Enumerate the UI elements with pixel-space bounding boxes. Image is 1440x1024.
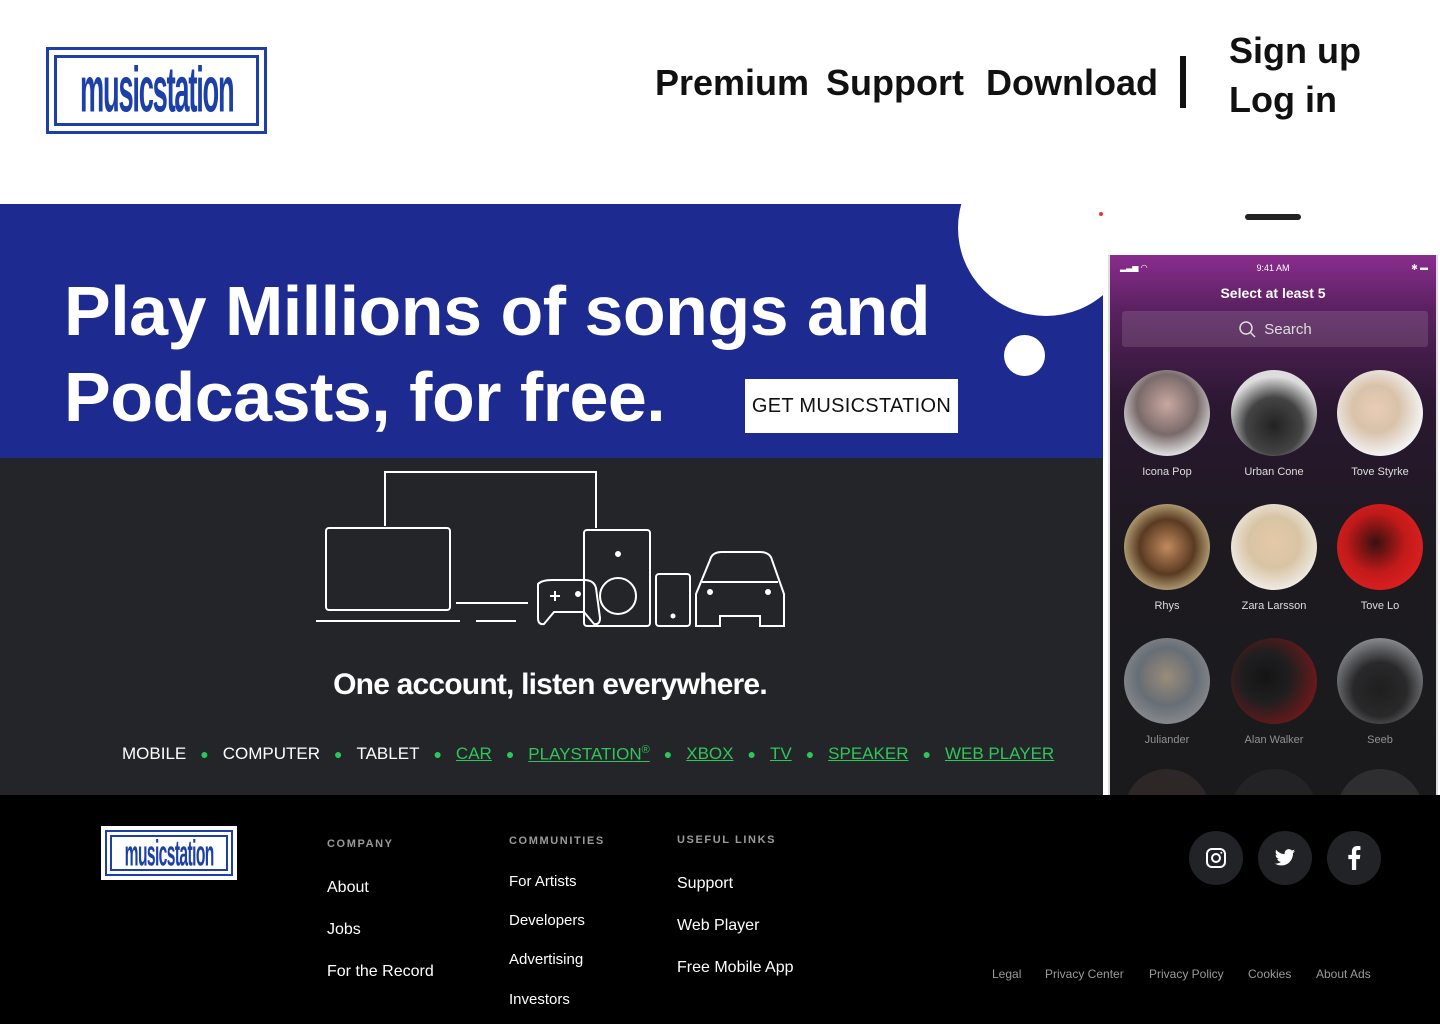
artist-tile[interactable]: Rhys [1117,504,1217,612]
signup-link[interactable]: Sign up [1229,30,1361,72]
platform-xbox-link[interactable]: XBOX [686,744,733,764]
nav-premium[interactable]: Premium [655,62,809,104]
artist-avatar [1337,638,1423,724]
phone-speaker-notch [1245,214,1301,220]
platform-computer: COMPUTER [222,744,320,764]
bullet-icon: ● [805,746,815,763]
cookies-link[interactable]: Cookies [1248,967,1291,981]
bullet-icon: ● [505,746,515,763]
artist-tile[interactable]: Seeb [1330,638,1430,746]
artist-tile[interactable]: Icona Pop [1117,370,1217,478]
site-footer: musicstation COMPANY About Jobs For the … [0,795,1440,1024]
artist-avatar [1231,638,1317,724]
instagram-button[interactable] [1189,831,1243,885]
decorative-dot [1004,335,1045,376]
about-ads-link[interactable]: About Ads [1316,967,1371,981]
platform-tablet: TABLET [356,744,420,764]
artist-avatar [1124,638,1210,724]
bullet-icon: ● [200,746,209,763]
get-musicstation-button[interactable]: GET MUSICSTATION [745,379,958,433]
search-icon [1239,321,1256,338]
phone-status-bar: ▂▃▅ ◠ 9:41 AM ✱ ▬ [1110,263,1436,275]
footer-link-about[interactable]: About [327,879,369,897]
platform-playstation-link[interactable]: PLAYSTATION® [528,744,649,765]
footer-link-for-the-record[interactable]: For the Record [327,963,434,981]
artist-avatar [1124,504,1210,590]
phone-time: 9:41 AM [1256,263,1290,273]
artist-avatar [1231,370,1317,456]
battery-icon: ✱ ▬ [1411,263,1428,272]
decorative-circle [958,204,1103,316]
footer-link-support[interactable]: Support [677,875,733,893]
login-link[interactable]: Log in [1229,79,1337,121]
platform-speaker-link[interactable]: SPEAKER [828,744,908,764]
footer-link-advertising[interactable]: Advertising [509,951,583,968]
nav-support[interactable]: Support [826,62,964,104]
platform-mobile: MOBILE [122,744,187,764]
artist-tile[interactable]: Tove Styrke [1330,370,1430,478]
platform-web-player-link[interactable]: WEB PLAYER [945,744,1054,764]
artist-tile[interactable]: Juliander [1117,638,1217,746]
phone-mockup: ▂▃▅ ◠ 9:41 AM ✱ ▬ Select at least 5 Sear… [1108,255,1438,795]
company-heading: COMPANY [327,838,394,850]
artist-tile[interactable]: Zara Larsson [1224,504,1324,612]
footer-link-free-mobile-app[interactable]: Free Mobile App [677,959,794,977]
artist-avatar [1231,504,1317,590]
bullet-icon: ● [747,746,756,763]
artist-avatar [1124,370,1210,456]
hero-banner: Play Millions of songs and Podcasts, for… [0,204,1103,458]
footer-link-investors[interactable]: Investors [509,991,570,1008]
bullet-icon: ● [663,746,673,763]
twitter-button[interactable] [1258,831,1312,885]
site-header: musicstation Premium Support Download Si… [0,0,1440,204]
bullet-icon: ● [433,746,442,763]
privacy-center-link[interactable]: Privacy Center [1045,967,1124,981]
registered-mark: ® [641,744,650,756]
nav-divider [1180,56,1186,108]
artist-tile[interactable] [1117,769,1217,795]
facebook-icon [1348,846,1361,870]
platform-car-link[interactable]: CAR [456,744,492,764]
artist-avatar [1337,769,1423,795]
footer-logo[interactable]: musicstation [101,826,237,880]
privacy-policy-link[interactable]: Privacy Policy [1149,967,1224,981]
devices-section: One account, listen everywhere. MOBILE ●… [0,458,1103,795]
footer-link-developers[interactable]: Developers [509,912,585,929]
page: musicstation Premium Support Download Si… [0,0,1440,1024]
phone-title: Select at least 5 [1220,285,1326,301]
logo-text: musicstation [79,54,235,126]
nav-download[interactable]: Download [986,62,1158,104]
musicstation-logo[interactable]: musicstation [46,47,267,134]
phone-sensor-dot [1099,212,1103,216]
artist-tile[interactable]: Urban Cone [1224,370,1324,478]
artist-avatar [1124,769,1210,795]
artist-avatar [1337,504,1423,590]
artist-tile[interactable]: Alan Walker [1224,638,1324,746]
phone-search-input[interactable]: Search [1122,311,1428,347]
devices-illustration [316,471,785,627]
platform-tv-link[interactable]: TV [770,744,792,764]
footer-link-web-player[interactable]: Web Player [677,917,759,935]
artist-tile[interactable] [1330,769,1430,795]
search-placeholder: Search [1264,320,1312,338]
artist-tile[interactable]: Tove Lo [1330,504,1430,612]
artist-avatar [1231,769,1317,795]
instagram-icon [1206,848,1226,868]
bullet-icon: ● [922,746,931,763]
footer-logo-text: musicstation [124,835,214,871]
legal-link[interactable]: Legal [992,967,1021,981]
artist-avatar [1337,370,1423,456]
devices-headline: One account, listen everywhere. [333,668,768,701]
useful-links-heading: USEFUL LINKS [677,834,777,846]
footer-link-jobs[interactable]: Jobs [327,921,361,939]
facebook-button[interactable] [1327,831,1381,885]
artist-tile[interactable] [1224,769,1324,795]
bullet-icon: ● [334,746,343,763]
twitter-icon [1274,849,1296,866]
platform-list: MOBILE ● COMPUTER ● TABLET ● CAR ● PLAYS… [122,744,1054,765]
footer-link-for-artists[interactable]: For Artists [509,873,577,890]
communities-heading: COMMUNITIES [509,835,605,847]
